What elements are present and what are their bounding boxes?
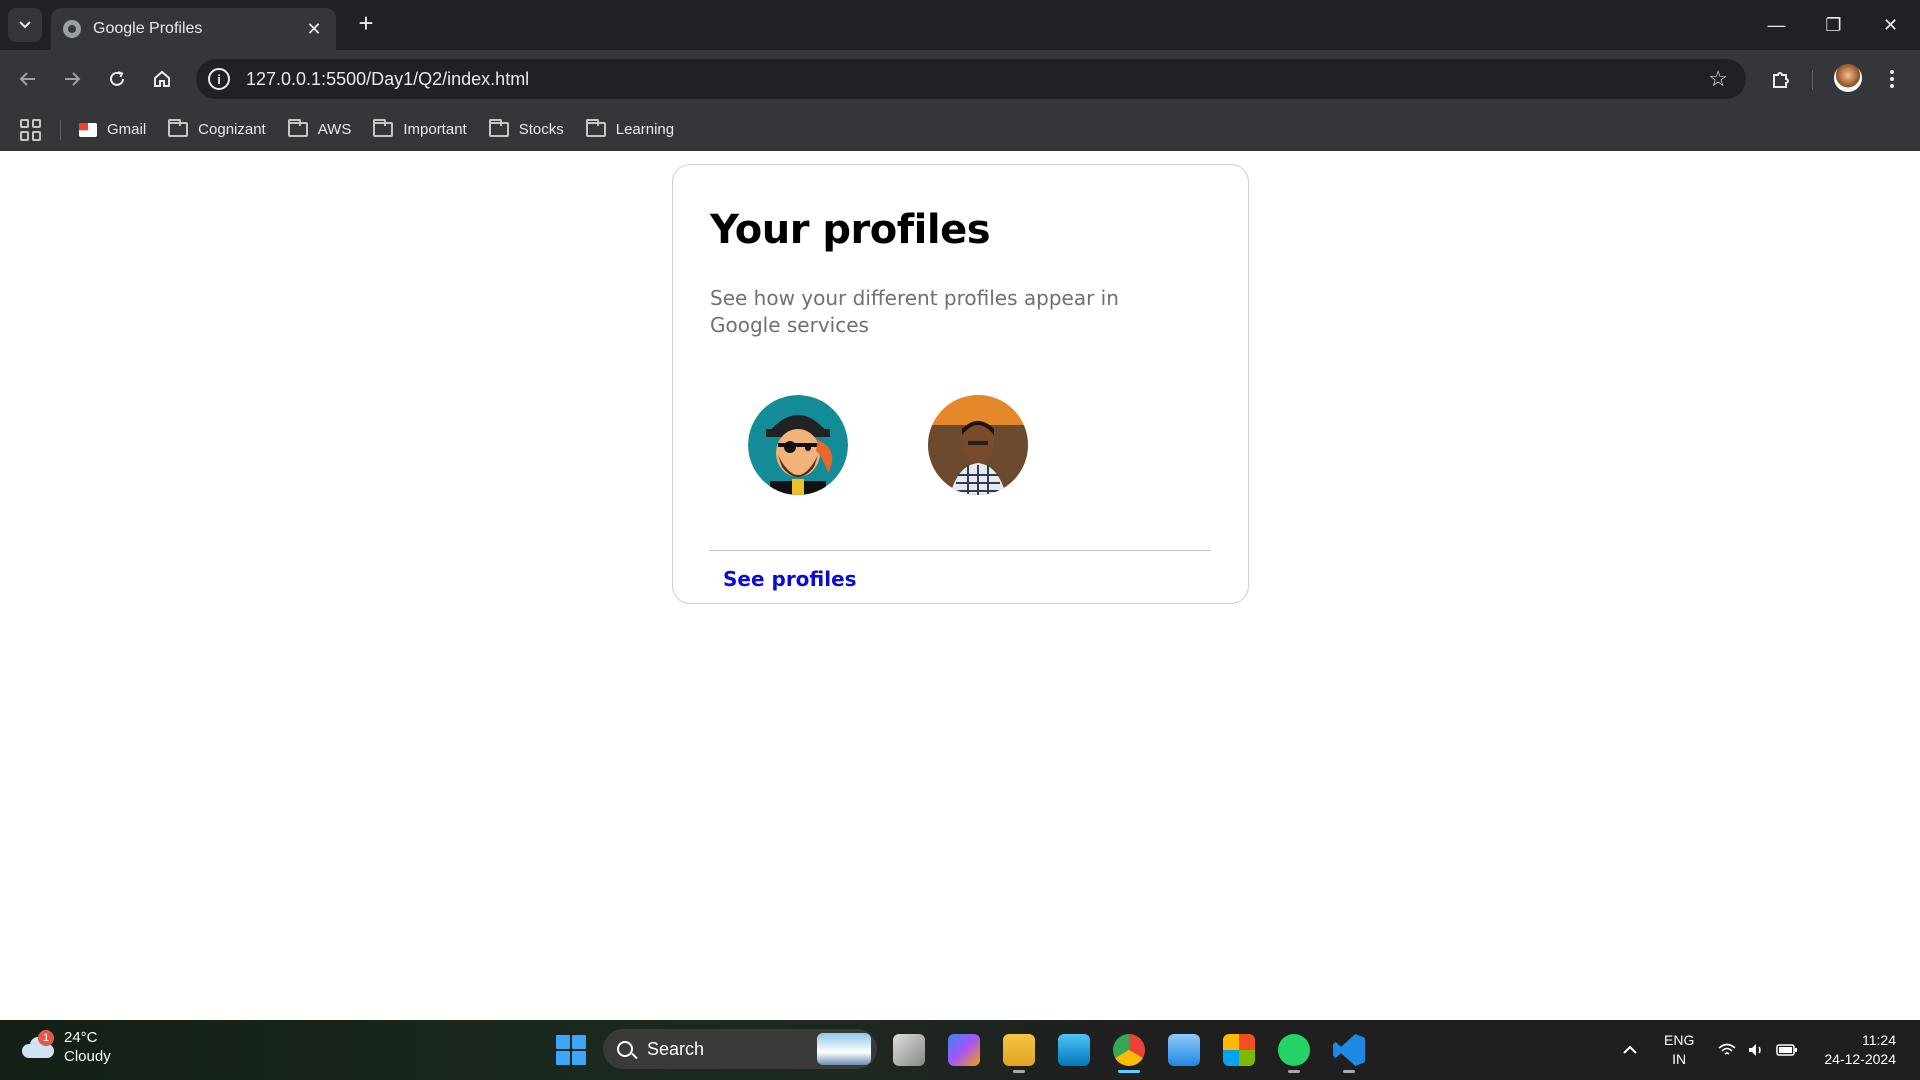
restore-button[interactable]: ❐: [1805, 0, 1862, 50]
pirate-avatar[interactable]: [748, 395, 848, 495]
profile-avatar-button[interactable]: [1834, 64, 1862, 92]
taskbar-search[interactable]: Search: [603, 1029, 877, 1069]
wifi-icon: [1718, 1043, 1736, 1055]
see-profiles-link[interactable]: See profiles: [723, 567, 857, 591]
tab-title: Google Profiles: [93, 20, 203, 37]
region-code: IN: [1672, 1051, 1687, 1067]
tray-overflow-icon[interactable]: [1622, 1020, 1638, 1080]
close-tab-icon[interactable]: ✕: [304, 19, 324, 40]
bookmark-label: Important: [403, 121, 467, 138]
back-button[interactable]: [12, 63, 44, 95]
puzzle-icon: [1773, 72, 1789, 88]
new-tab-button[interactable]: +: [352, 10, 380, 38]
file-explorer-icon[interactable]: [1003, 1034, 1035, 1066]
profiles-card: Your profiles See how your different pro…: [672, 164, 1249, 604]
page-description: See how your different profiles appear i…: [710, 286, 1119, 337]
folder-icon: [168, 119, 189, 137]
reload-button[interactable]: [101, 63, 133, 95]
chevron-down-icon: [19, 21, 31, 29]
site-info-icon[interactable]: i: [208, 68, 230, 90]
bookmark-stocks[interactable]: Stocks: [488, 119, 564, 138]
folder-icon: [488, 119, 509, 137]
taskbar-search-label: Search: [647, 1038, 705, 1059]
more-vert-icon: [1890, 70, 1894, 88]
whatsapp-icon[interactable]: [1278, 1034, 1310, 1066]
address-bar[interactable]: i 127.0.0.1:5500/Day1/Q2/index.html ☆: [196, 59, 1746, 99]
folder-icon: [585, 119, 606, 137]
folder-icon: [373, 119, 394, 137]
photo-avatar[interactable]: [928, 395, 1028, 495]
system-tray-icons[interactable]: [1718, 1020, 1798, 1080]
arrow-left-icon: [19, 72, 35, 86]
vscode-indicator: [1343, 1070, 1355, 1073]
bookmarks-bar: Gmail Cognizant AWS Important Stocks Lea…: [0, 108, 1920, 151]
bookmark-label: Cognizant: [198, 121, 266, 138]
globe-icon: [63, 20, 81, 38]
task-view-icon[interactable]: [893, 1034, 925, 1066]
weather-widget[interactable]: 1 24°C Cloudy: [22, 1028, 111, 1066]
microsoft-store-icon[interactable]: [1223, 1034, 1255, 1066]
search-highlight-image: [817, 1033, 871, 1065]
volume-icon: [1749, 1044, 1761, 1056]
whatsapp-indicator: [1288, 1070, 1300, 1073]
forward-button[interactable]: [56, 63, 88, 95]
chrome-icon[interactable]: [1113, 1034, 1145, 1066]
tab-google-profiles[interactable]: Google Profiles ✕: [51, 8, 336, 50]
bookmark-cognizant[interactable]: Cognizant: [168, 119, 266, 138]
control-panel-icon[interactable]: [1168, 1034, 1200, 1066]
weather-temp: 24°C: [64, 1029, 98, 1046]
page-title: Your profiles: [710, 207, 991, 253]
bookmarks-separator: [60, 119, 61, 140]
tab-strip: Google Profiles ✕ + — ❐ ✕: [0, 0, 1920, 50]
minimize-button[interactable]: —: [1748, 0, 1805, 50]
apps-grid-icon[interactable]: [20, 118, 42, 141]
language-indicator[interactable]: ENG IN: [1664, 1020, 1694, 1080]
gmail-icon: [79, 122, 97, 137]
clock-time: 11:24: [1862, 1032, 1896, 1048]
chrome-indicator: [1118, 1070, 1140, 1073]
bookmark-label: AWS: [317, 121, 352, 138]
file-explorer-indicator: [1013, 1070, 1025, 1073]
extensions-button[interactable]: [1765, 63, 1797, 95]
weather-badge: 1: [38, 1030, 54, 1046]
chevron-up-icon: [1623, 1045, 1637, 1054]
search-icon: [617, 1041, 633, 1057]
windows-start-icon[interactable]: [556, 1035, 586, 1065]
bookmark-label: Stocks: [518, 121, 564, 138]
card-divider: [710, 550, 1210, 551]
desktop-icon[interactable]: [1058, 1034, 1090, 1066]
home-button[interactable]: [146, 63, 178, 95]
bookmark-label: Learning: [615, 121, 675, 138]
toolbar: i 127.0.0.1:5500/Day1/Q2/index.html ☆: [0, 50, 1920, 108]
close-window-button[interactable]: ✕: [1862, 0, 1919, 50]
language-code: ENG: [1664, 1032, 1695, 1048]
bookmark-aws[interactable]: AWS: [287, 119, 352, 138]
clock-date: 24-12-2024: [1824, 1051, 1896, 1067]
arrow-right-icon: [65, 72, 81, 86]
bookmark-star-icon[interactable]: ☆: [1708, 66, 1728, 92]
toolbar-divider: [1812, 70, 1813, 90]
bookmark-gmail[interactable]: Gmail: [79, 121, 146, 138]
home-icon: [154, 70, 170, 87]
clock[interactable]: 11:24 24-12-2024: [1816, 1020, 1896, 1080]
bookmark-label: Gmail: [107, 121, 147, 138]
copilot-icon[interactable]: [948, 1034, 980, 1066]
url-text[interactable]: 127.0.0.1:5500/Day1/Q2/index.html: [246, 69, 1708, 90]
menu-button[interactable]: [1876, 63, 1908, 95]
folder-icon: [287, 119, 308, 137]
bookmark-learning[interactable]: Learning: [585, 119, 675, 138]
bookmark-important[interactable]: Important: [373, 119, 467, 138]
tab-search-button[interactable]: [8, 8, 42, 42]
browser-chrome: Google Profiles ✕ + — ❐ ✕ i 127.0.0.1:55…: [0, 0, 1920, 151]
cloud-icon: 1: [22, 1030, 54, 1058]
reload-icon: [110, 71, 124, 86]
battery-icon: [1776, 1044, 1797, 1056]
weather-text: Cloudy: [64, 1048, 111, 1065]
